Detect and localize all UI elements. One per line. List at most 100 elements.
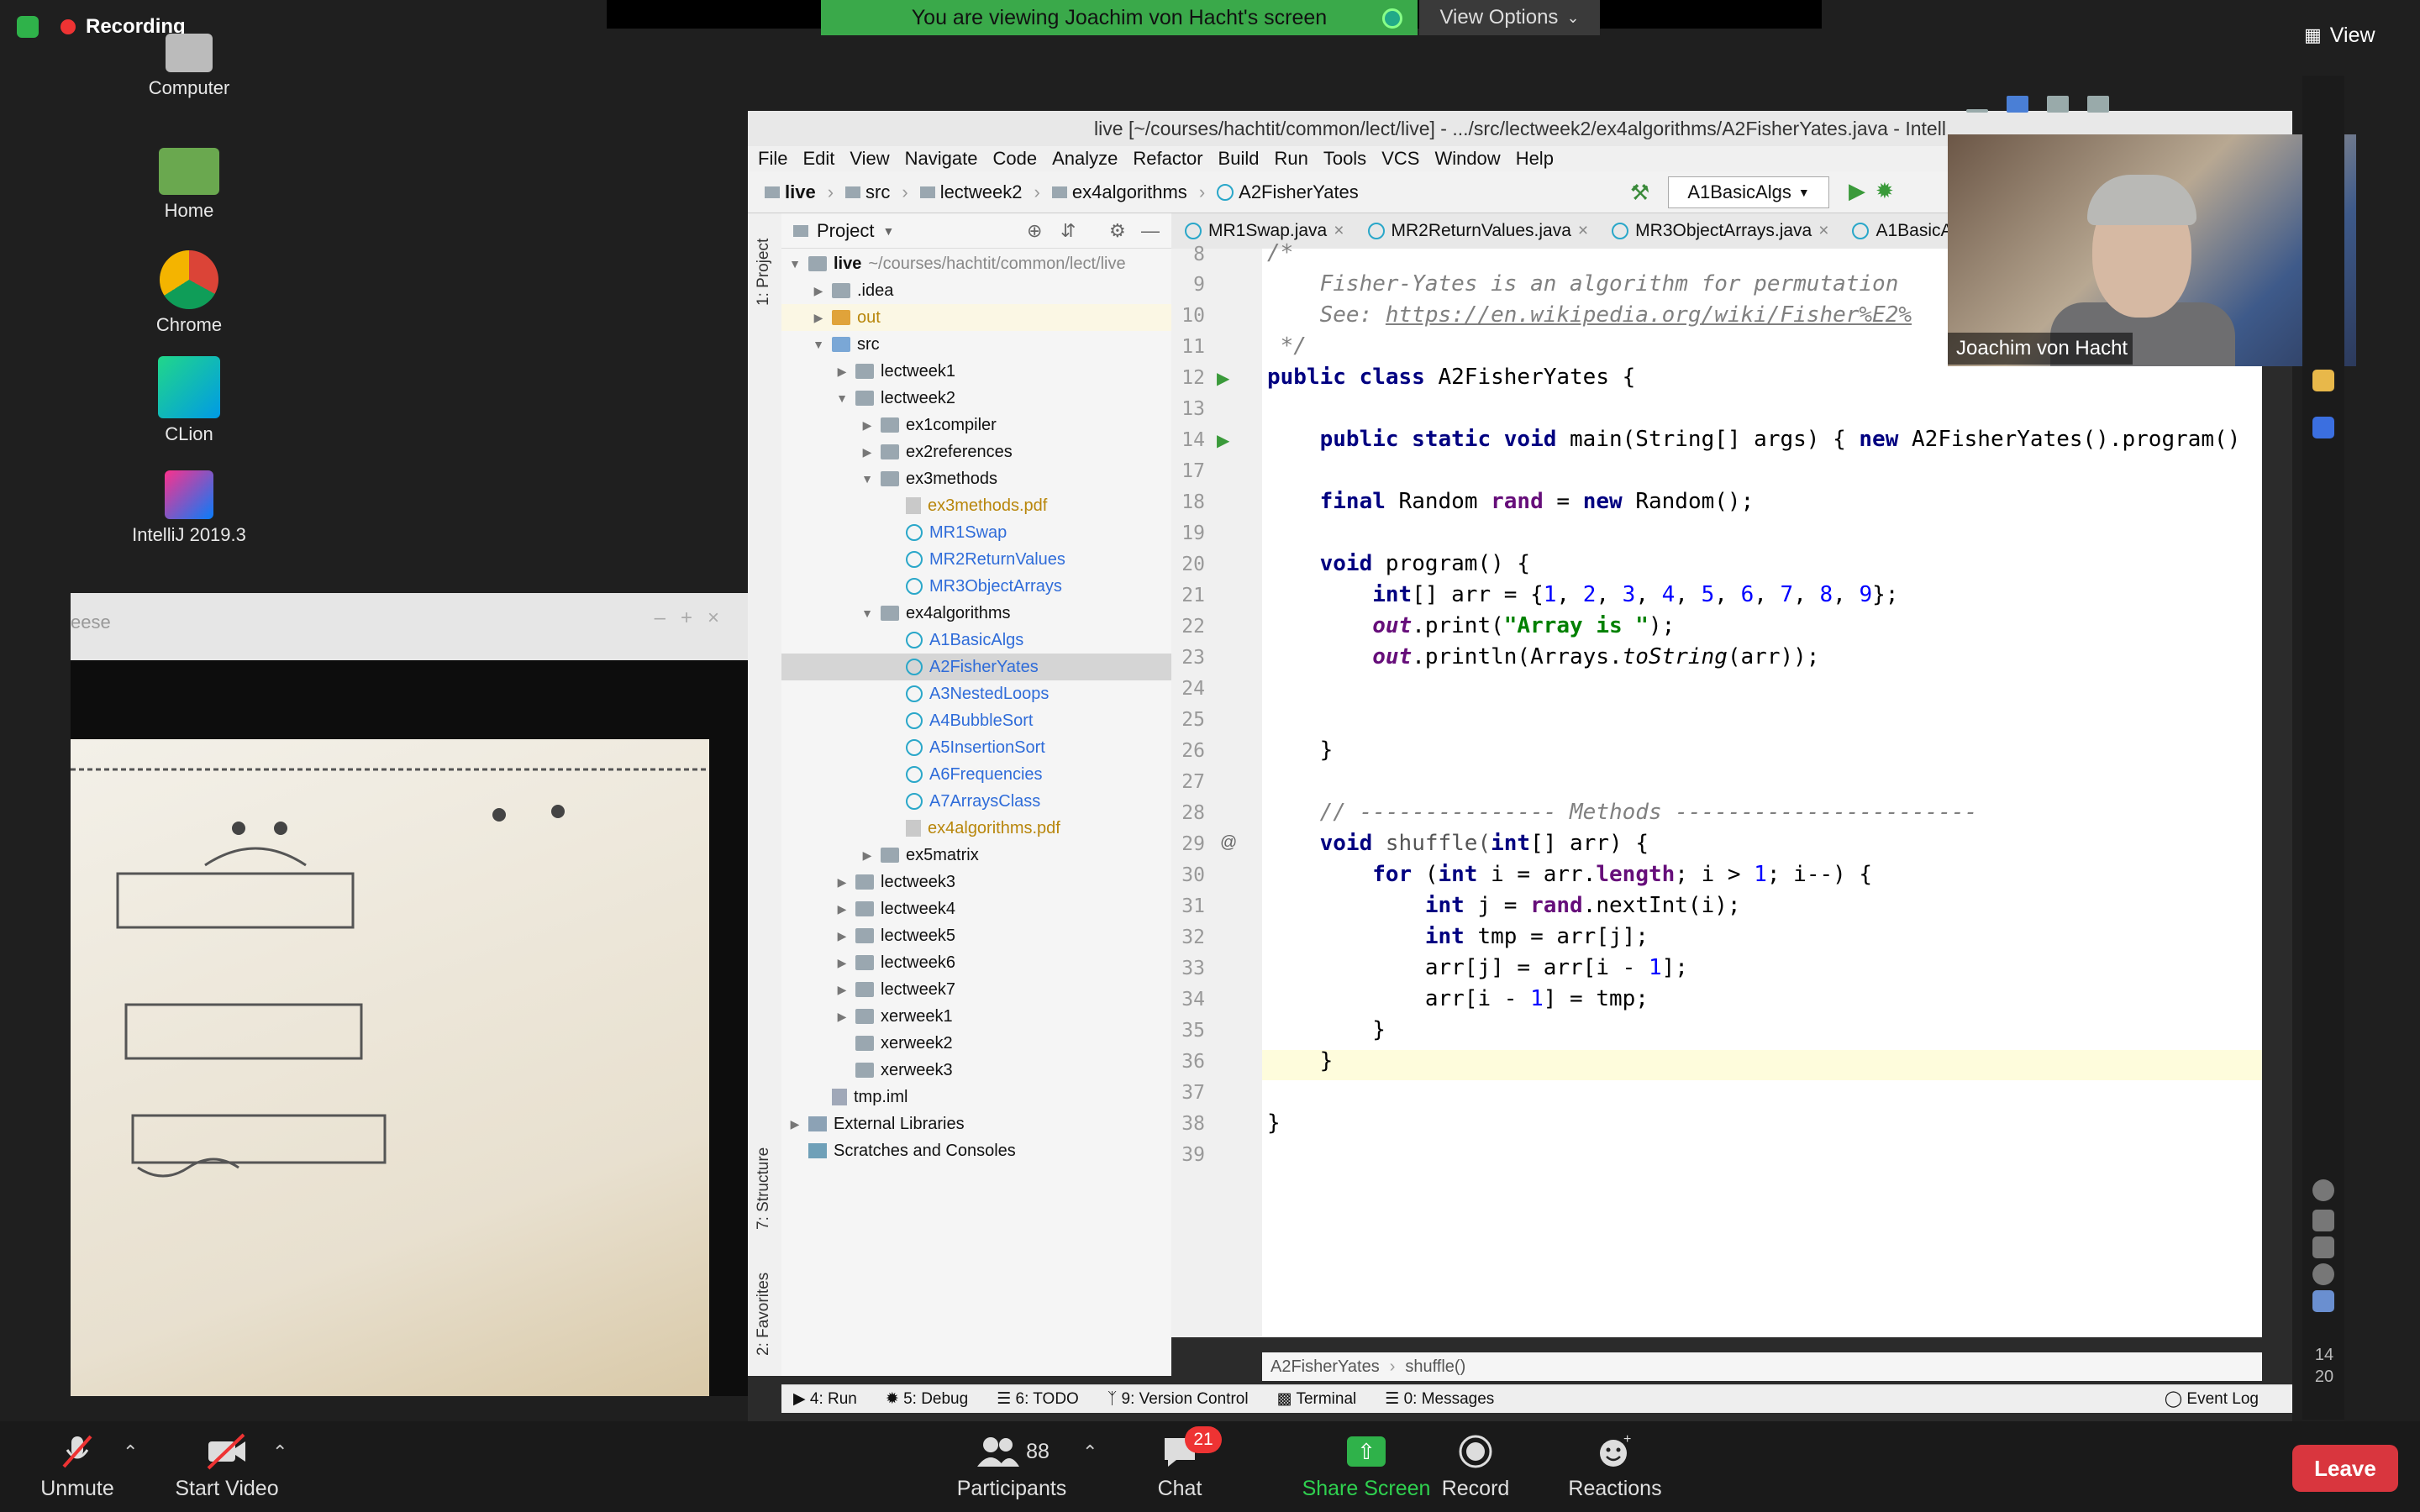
participants-button[interactable]: 88 Participants	[946, 1433, 1077, 1501]
tool-tab-todo[interactable]: ☰ 6: TODO	[997, 1389, 1079, 1409]
menu-file[interactable]: File	[758, 148, 787, 170]
view-button[interactable]: ▦ View	[2304, 18, 2405, 52]
tree-item-ex3methods[interactable]: ▼ ex3methods	[860, 465, 997, 492]
tree-item-lectweek5[interactable]: ▶ lectweek5	[835, 922, 955, 949]
menu-view[interactable]: View	[850, 148, 889, 170]
tree-item-tmp-iml[interactable]: tmp.iml	[832, 1084, 908, 1110]
breadcrumb-lectweek2[interactable]: lectweek2	[919, 181, 1023, 203]
gallery-layout-icon[interactable]	[2087, 96, 2109, 113]
tool-tab-version-control[interactable]: ᛉ 9: Version Control	[1107, 1390, 1249, 1409]
tab-mr2returnvalues[interactable]: MR2ReturnValues.java ×	[1367, 221, 1588, 241]
close-icon[interactable]: ×	[1334, 221, 1344, 241]
code-link[interactable]: https://en.wikipedia.org/wiki/Fisher%E2%	[1386, 302, 1912, 328]
breadcrumb-live[interactable]: live	[765, 181, 816, 203]
menu-navigate[interactable]: Navigate	[905, 148, 978, 170]
chevron-up-icon[interactable]: ⌃	[1082, 1441, 1097, 1463]
zoom-app-icon[interactable]	[2312, 417, 2334, 438]
tab-mr3objectarrays[interactable]: MR3ObjectArrays.java ×	[1612, 221, 1828, 241]
window-controls-icon[interactable]: –+×	[655, 606, 734, 630]
event-log-button[interactable]: ◯ Event Log	[2165, 1389, 2259, 1409]
volume-icon[interactable]	[2312, 1236, 2334, 1258]
security-icon[interactable]	[2312, 1290, 2334, 1312]
debug-icon[interactable]: ✹	[1876, 178, 1894, 204]
tree-item-xerweek3[interactable]: xerweek3	[855, 1057, 953, 1084]
menu-vcs[interactable]: VCS	[1381, 148, 1419, 170]
tool-tab-messages[interactable]: ☰ 0: Messages	[1385, 1389, 1494, 1409]
tree-item-live[interactable]: ▼ live ~/courses/hachtit/common/lect/live	[788, 250, 1126, 277]
breadcrumb-class[interactable]: A2FisherYates	[1270, 1357, 1380, 1377]
tree-item-xerweek1[interactable]: ▶ xerweek1	[835, 1003, 953, 1030]
locate-icon[interactable]: ⊕	[1027, 220, 1042, 242]
desktop-icon-home[interactable]: Home	[134, 148, 244, 222]
desktop-icon-computer[interactable]: Computer	[134, 34, 244, 99]
run-configuration-select[interactable]: A1BasicAlgs ▼	[1668, 176, 1829, 208]
tree-item-a4bubblesort[interactable]: A4BubbleSort	[906, 707, 1033, 734]
menu-edit[interactable]: Edit	[802, 148, 834, 170]
menu-help[interactable]: Help	[1516, 148, 1554, 170]
close-icon[interactable]: ×	[1578, 221, 1588, 241]
tree-item-ex2references[interactable]: ▶ ex2references	[860, 438, 1013, 465]
view-options-button[interactable]: View Options ⌄	[1419, 0, 1600, 35]
tool-tab-terminal[interactable]: ▩ Terminal	[1277, 1389, 1357, 1409]
tree-item-a2fisheryates[interactable]: A2FisherYates	[781, 654, 1171, 680]
tree-item-a3nestedloops[interactable]: A3NestedLoops	[906, 680, 1049, 707]
share-screen-button[interactable]: ⇧ Share Screen	[1299, 1433, 1434, 1501]
record-button[interactable]: Record	[1434, 1433, 1518, 1501]
tree-item-a1basicalgs[interactable]: A1BasicAlgs	[906, 627, 1023, 654]
hide-icon[interactable]: —	[1141, 220, 1160, 242]
menu-tools[interactable]: Tools	[1323, 148, 1366, 170]
tree-item-ex5matrix[interactable]: ▶ ex5matrix	[860, 842, 979, 869]
menu-build[interactable]: Build	[1218, 148, 1260, 170]
chevron-up-icon[interactable]: ⌃	[123, 1441, 138, 1463]
tree-item-lectweek4[interactable]: ▶ lectweek4	[835, 895, 955, 922]
minimize-icon[interactable]	[1966, 109, 1988, 113]
run-main-gutter-icon[interactable]: ▶	[1217, 430, 1229, 451]
tool-tab-run[interactable]: ▶ 4: Run	[793, 1389, 857, 1409]
leave-button[interactable]: Leave	[2292, 1445, 2398, 1492]
run-icon[interactable]: ▶	[1849, 178, 1865, 204]
code-editor[interactable]	[1262, 249, 2262, 1337]
collapse-icon[interactable]: ⇵	[1060, 220, 1076, 242]
tree-item-lectweek7[interactable]: ▶ lectweek7	[835, 976, 955, 1003]
favorites-tool-tab[interactable]: 2: Favorites	[755, 1273, 773, 1356]
tool-tab-debug[interactable]: ✹ 5: Debug	[886, 1389, 968, 1409]
breadcrumb-src[interactable]: src	[845, 181, 890, 203]
breadcrumb-a2fisheryates[interactable]: A2FisherYates	[1217, 181, 1359, 203]
menu-analyze[interactable]: Analyze	[1052, 148, 1118, 170]
menu-run[interactable]: Run	[1274, 148, 1307, 170]
tree-item-lectweek2[interactable]: ▼ lectweek2	[835, 385, 955, 412]
menu-code[interactable]: Code	[993, 148, 1038, 170]
project-view-select[interactable]: Project	[817, 220, 874, 242]
run-class-gutter-icon[interactable]: ▶	[1217, 368, 1229, 389]
tree-item-ex4algorithms[interactable]: ▼ ex4algorithms	[860, 600, 1010, 627]
menu-refactor[interactable]: Refactor	[1133, 148, 1202, 170]
tree-item-mr3objectarrays[interactable]: MR3ObjectArrays	[906, 573, 1062, 600]
user-icon[interactable]	[2312, 1179, 2334, 1201]
breadcrumb-ex4algorithms[interactable]: ex4algorithms	[1051, 181, 1187, 203]
chevron-up-icon[interactable]: ⌃	[272, 1441, 287, 1463]
gear-icon[interactable]: ⚙	[1109, 220, 1126, 242]
structure-tool-tab[interactable]: 7: Structure	[755, 1147, 773, 1230]
build-hammer-icon[interactable]: ⚒	[1630, 180, 1649, 206]
tree-item-lectweek3[interactable]: ▶ lectweek3	[835, 869, 955, 895]
tree-item-ex1compiler[interactable]: ▶ ex1compiler	[860, 412, 997, 438]
unmute-button[interactable]: Unmute	[34, 1433, 121, 1501]
desktop-icon-intellij[interactable]: IntelliJ 2019.3	[126, 470, 252, 546]
start-video-button[interactable]: Start Video	[168, 1433, 286, 1501]
tree-item-a7arraysclass[interactable]: A7ArraysClass	[906, 788, 1040, 815]
tree-item-src[interactable]: ▼ src	[812, 331, 880, 358]
breadcrumb-method[interactable]: shuffle()	[1405, 1357, 1465, 1377]
notes-icon[interactable]	[2312, 370, 2334, 391]
tree-item-lectweek1[interactable]: ▶ lectweek1	[835, 358, 955, 385]
tree-item-mr1swap[interactable]: MR1Swap	[906, 519, 1007, 546]
close-icon[interactable]: ×	[1818, 221, 1828, 241]
tab-mr1swap[interactable]: MR1Swap.java ×	[1185, 221, 1344, 241]
pen-icon[interactable]	[2312, 1210, 2334, 1231]
tree-item-ex3methods-pdf[interactable]: ex3methods.pdf	[906, 492, 1047, 519]
tree-item-a5insertionsort[interactable]: A5InsertionSort	[906, 734, 1045, 761]
tree-item-ex4algorithms-pdf[interactable]: ex4algorithms.pdf	[906, 815, 1060, 842]
tree-item-lectweek6[interactable]: ▶ lectweek6	[835, 949, 955, 976]
tree-item-idea[interactable]: ▶ .idea	[812, 277, 894, 304]
desktop-icon-chrome[interactable]: Chrome	[134, 250, 244, 336]
strip-layout-icon[interactable]	[2047, 96, 2069, 113]
